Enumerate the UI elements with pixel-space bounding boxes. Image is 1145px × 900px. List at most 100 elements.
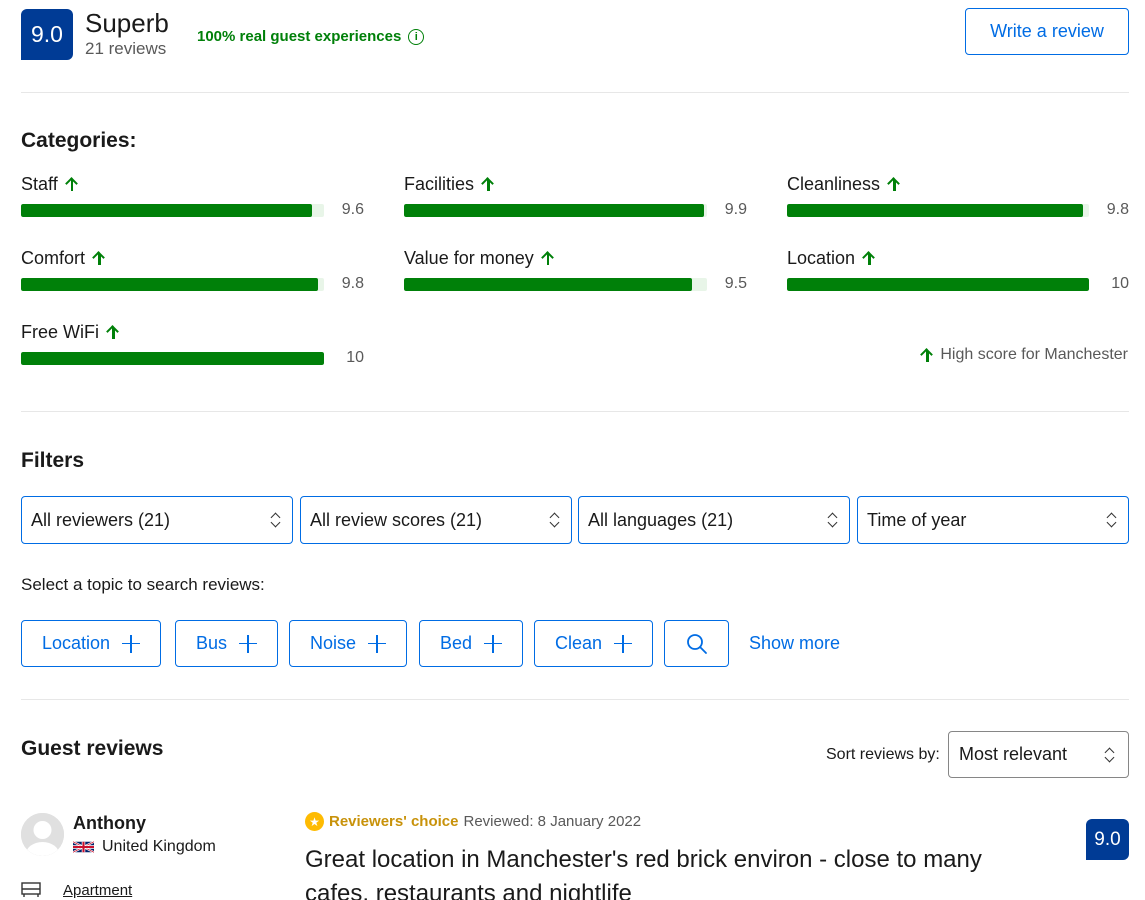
overall-score-badge: 9.0 xyxy=(21,9,73,60)
real-guest-text: 100% real guest experiences xyxy=(197,28,402,45)
category-comfort: Comfort 9.8 xyxy=(21,247,371,295)
category-cleanliness: Cleanliness 9.8 xyxy=(787,173,1137,221)
topic-label: Noise xyxy=(310,633,357,653)
reviewers-choice-badge: ★ Reviewers' choice Reviewed: 8 January … xyxy=(305,812,641,831)
languages-select[interactable]: All languages (21) xyxy=(578,496,850,544)
updown-chevron-icon xyxy=(1104,746,1116,764)
category-label: Comfort xyxy=(21,247,86,268)
arrow-up-icon xyxy=(93,251,105,265)
reviewers-select[interactable]: All reviewers (21) xyxy=(21,496,293,544)
write-review-button[interactable]: Write a review xyxy=(965,8,1129,55)
arrow-up-icon xyxy=(482,177,494,191)
category-facilities: Facilities 9.9 xyxy=(404,173,754,221)
select-value: All languages (21) xyxy=(588,509,734,530)
topic-search-button[interactable] xyxy=(664,620,729,667)
arrow-up-icon xyxy=(863,251,875,265)
score-bar-fill xyxy=(404,203,704,217)
topic-label: Location xyxy=(42,633,111,653)
category-score: 10 xyxy=(346,349,364,366)
arrow-up-icon xyxy=(66,177,78,191)
bed-icon xyxy=(21,882,41,897)
review-title: Great location in Manchester's red brick… xyxy=(305,846,982,900)
arrow-up-icon xyxy=(888,177,900,191)
score-bar-fill xyxy=(787,203,1083,217)
category-label: Cleanliness xyxy=(787,173,881,194)
select-value: All review scores (21) xyxy=(310,509,483,530)
category-score: 10 xyxy=(1111,275,1129,292)
score-bar xyxy=(404,203,707,217)
info-icon[interactable]: i xyxy=(408,28,425,45)
real-guest-note: 100% real guest experiences i xyxy=(197,28,425,45)
category-score: 9.8 xyxy=(1106,201,1129,218)
score-word: Superb xyxy=(85,8,169,38)
avatar xyxy=(21,813,64,856)
category-label: Location xyxy=(787,247,856,268)
divider xyxy=(21,92,1129,93)
updown-chevron-icon xyxy=(270,511,282,529)
score-bar-fill xyxy=(21,203,312,217)
score-bar-fill xyxy=(21,277,318,291)
plus-icon xyxy=(239,634,258,653)
filters-title: Filters xyxy=(21,449,85,472)
category-score: 9.8 xyxy=(341,275,364,292)
score-bar-fill xyxy=(21,351,324,365)
category-value-for-money: Value for money 9.5 xyxy=(404,247,754,295)
score-bar xyxy=(787,203,1089,217)
category-score: 9.6 xyxy=(341,201,364,218)
score-bar xyxy=(21,351,324,365)
topic-label: Bed xyxy=(440,633,473,653)
updown-chevron-icon xyxy=(827,511,839,529)
score-bar xyxy=(21,203,324,217)
review-scores-select[interactable]: All review scores (21) xyxy=(300,496,572,544)
sort-label: Sort reviews by: xyxy=(826,746,940,763)
plus-icon xyxy=(368,634,387,653)
score-bar-fill xyxy=(404,277,692,291)
user-avatar-icon xyxy=(21,813,64,856)
time-of-year-select[interactable]: Time of year xyxy=(857,496,1129,544)
category-score: 9.5 xyxy=(724,275,747,292)
reviewer-country: United Kingdom xyxy=(73,838,216,856)
category-label: Facilities xyxy=(404,173,475,194)
arrow-up-icon xyxy=(107,325,119,339)
uk-flag-icon xyxy=(73,840,94,854)
score-bar xyxy=(787,277,1089,291)
star-icon: ★ xyxy=(305,812,324,831)
topic-label: Bus xyxy=(196,633,228,653)
reviewers-choice-label: Reviewers' choice xyxy=(329,813,459,830)
select-value: Time of year xyxy=(867,509,967,530)
updown-chevron-icon xyxy=(1106,511,1118,529)
plus-icon xyxy=(614,634,633,653)
reviewer-name: Anthony xyxy=(73,813,146,833)
category-label: Staff xyxy=(21,173,58,194)
guest-reviews-title: Guest reviews xyxy=(21,737,164,760)
score-bar xyxy=(404,277,707,291)
topic-chip-bus[interactable]: Bus xyxy=(175,620,279,667)
show-more-link[interactable]: Show more xyxy=(749,633,840,654)
search-icon xyxy=(686,633,707,654)
review-count: 21 reviews xyxy=(85,39,167,58)
sort-select[interactable]: Most relevant xyxy=(948,731,1129,778)
sort-value: Most relevant xyxy=(959,744,1068,764)
categories-title: Categories: xyxy=(21,129,137,152)
topic-chip-noise[interactable]: Noise xyxy=(289,620,408,667)
review-score-badge: 9.0 xyxy=(1086,819,1129,860)
category-label: Free WiFi xyxy=(21,321,99,342)
category-free-wifi: Free WiFi 10 xyxy=(21,321,371,369)
score-bar xyxy=(21,277,324,291)
room-type-link[interactable]: Apartment xyxy=(63,882,132,899)
arrow-up-icon xyxy=(542,251,554,265)
category-staff: Staff 9.6 xyxy=(21,173,371,221)
plus-icon xyxy=(484,634,503,653)
arrow-up-icon xyxy=(921,348,933,362)
reviewed-date: Reviewed: 8 January 2022 xyxy=(463,813,642,830)
topic-chip-location[interactable]: Location xyxy=(21,620,162,667)
topic-chip-clean[interactable]: Clean xyxy=(534,620,654,667)
plus-icon xyxy=(122,634,141,653)
topic-chip-bed[interactable]: Bed xyxy=(419,620,524,667)
score-bar-fill xyxy=(787,277,1089,291)
divider xyxy=(21,699,1129,700)
select-value: All reviewers (21) xyxy=(31,509,171,530)
topic-label: Clean xyxy=(555,633,603,653)
high-score-note: High score for Manchester xyxy=(921,346,1128,364)
high-score-text: High score for Manchester xyxy=(940,346,1128,363)
